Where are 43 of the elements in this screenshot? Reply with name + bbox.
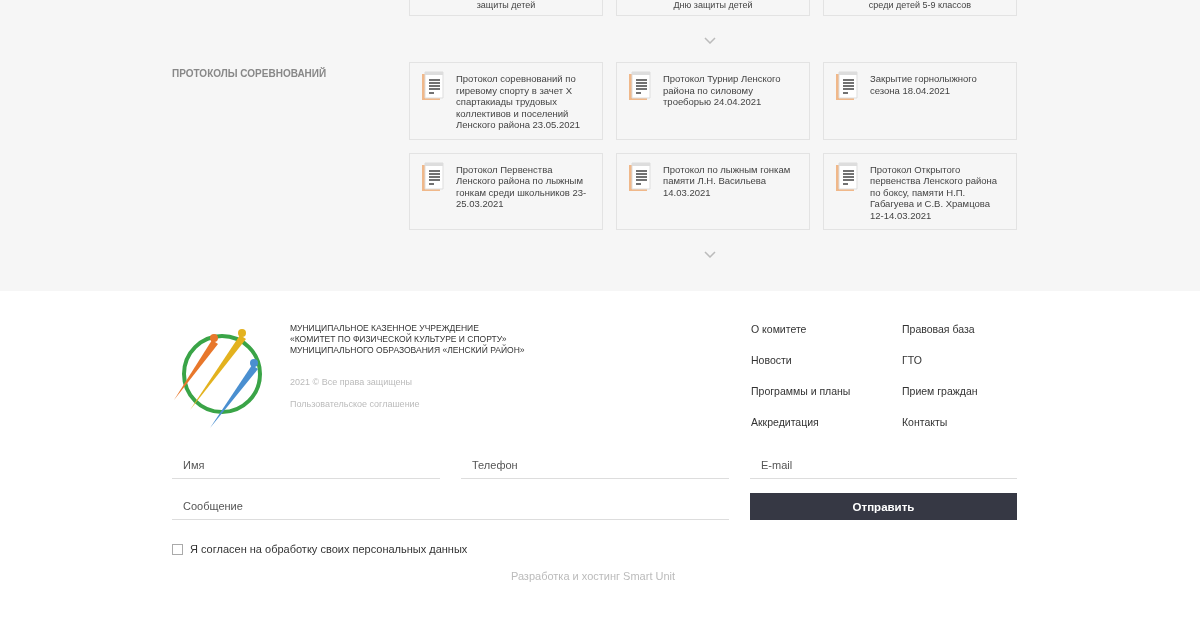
credit-text: Разработка и хостинг Smart Unit <box>509 570 677 582</box>
document-icon <box>420 161 444 192</box>
section-heading: ПРОТОКОЛЫ СОРЕВНОВАНИЙ <box>172 68 328 79</box>
footer-link[interactable]: Правовая база <box>902 322 1018 337</box>
document-card[interactable]: Протокол Турнир Ленского района по силовому троеборью 24.04.2021 <box>616 62 810 140</box>
card-title: Дню защиты детей <box>673 0 753 8</box>
organization-name: МУНИЦИПАЛЬНОЕ КАЗЕННОЕ УЧРЕЖДЕНИЕ <box>290 323 480 333</box>
document-card[interactable]: Дню защиты детей <box>616 0 810 16</box>
card-title: среди детей 5-9 классов <box>868 0 972 8</box>
document-card[interactable]: Протокол по лыжным гонкам памяти Л.Н. Васильева 14.03.2021 <box>616 152 810 230</box>
chevron-down-icon <box>704 251 716 258</box>
card-title: Протокол соревнований по гиревому спорту в зачет X спартакиады трудовых коллективов и поселений Ленского района 23.05.2021 <box>456 72 582 131</box>
footer-link[interactable]: Прием граждан <box>902 384 1018 399</box>
organization-name: МУНИЦИПАЛЬНОГО ОБРАЗОВАНИЯ «ЛЕНСКИЙ РАЙОН» <box>290 345 526 356</box>
document-card[interactable]: Протокол соревнований по гиревому спорту в зачет X спартакиады трудовых коллективов и поселений Ленского района 23.05.2021 <box>409 62 603 140</box>
footer-link[interactable]: Новости <box>751 353 902 368</box>
document-card[interactable]: Протокол Открытого первенства Ленского района по боксу, памяти Н.П. Габагуева и С.В. Храмцова 12-14.03.2021 <box>823 152 1017 230</box>
document-card[interactable]: Закрытие горнолыжного сезона 18.04.2021 <box>823 62 1017 140</box>
document-card[interactable]: среди детей 5-9 классов <box>823 0 1017 16</box>
organization-name: «КОМИТЕТ ПО ФИЗИЧЕСКОЙ КУЛЬТУРЕ И СПОРТУ» <box>290 334 508 344</box>
document-icon <box>834 71 858 101</box>
footer-link[interactable]: Контакты <box>902 415 1018 430</box>
footer-link[interactable]: ГТО <box>902 353 1018 368</box>
footer-link[interactable]: Аккредитация <box>751 415 902 430</box>
card-title: Протокол Открытого первенства Ленского района по боксу, памяти Н.П. Габагуева и С.В. Храмцова 12-14.03.2021 <box>870 162 999 221</box>
submit-button[interactable]: Отправить <box>750 493 1017 520</box>
document-icon <box>627 71 651 101</box>
card-title: Протокол по лыжным гонкам памяти Л.Н. Васильева 14.03.2021 <box>663 162 792 198</box>
consent-label: Я согласен на обработку своих персональных данных <box>190 543 468 555</box>
card-title: Протокол Первенства Ленского района по лыжным гонкам среди школьников 23-25.03.2021 <box>456 162 588 210</box>
chevron-down-icon <box>704 37 716 44</box>
document-icon <box>420 71 444 101</box>
copyright-text: 2021 © Все права защищены <box>290 377 414 387</box>
document-icon <box>627 161 651 192</box>
document-icon <box>834 161 858 192</box>
document-card[interactable]: защиты детей <box>409 0 603 16</box>
card-title: Закрытие горнолыжного сезона 18.04.2021 <box>870 72 978 96</box>
footer-link[interactable]: Программы и планы <box>751 384 902 399</box>
card-title: защиты детей <box>476 0 536 8</box>
document-card[interactable]: Протокол Первенства Ленского района по лыжным гонкам среди школьников 23-25.03.2021 <box>409 152 603 230</box>
checkbox[interactable] <box>172 543 183 555</box>
card-title: Протокол Турнир Ленского района по силовому троеборью 24.04.2021 <box>663 72 782 108</box>
footer-link[interactable]: О комитете <box>751 322 902 337</box>
